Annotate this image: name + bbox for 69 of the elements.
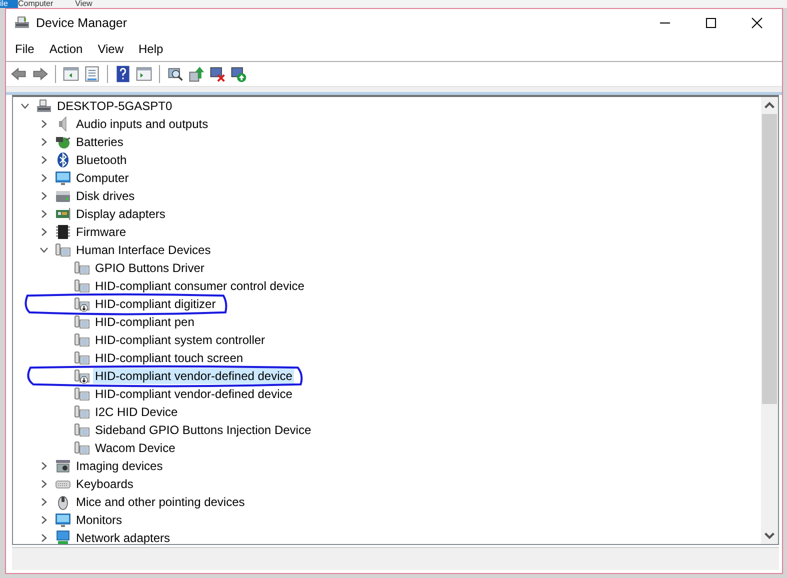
tree-item[interactable]: Mice and other pointing devices: [74, 494, 247, 510]
tree-item[interactable]: Audio inputs and outputs: [74, 116, 210, 132]
tree-item[interactable]: Wacom Device: [93, 440, 178, 456]
action-pane-icon[interactable]: [135, 65, 153, 83]
tree-item[interactable]: Batteries: [74, 134, 126, 150]
tree-item[interactable]: Firmware: [74, 224, 128, 240]
ribbon-tab[interactable]: View: [75, 0, 114, 8]
expand-chevron-icon[interactable]: [39, 461, 49, 471]
tree-item[interactable]: Human Interface Devices: [74, 242, 213, 258]
menu-item[interactable]: Action: [42, 42, 91, 56]
network-adapter-icon: [55, 530, 71, 544]
tree-item[interactable]: Monitors: [74, 512, 124, 528]
expand-chevron-icon[interactable]: [39, 137, 49, 147]
menu-item[interactable]: Help: [132, 42, 172, 56]
expand-chevron-icon[interactable]: [39, 209, 49, 219]
disk-drive-icon: [55, 188, 71, 204]
hid-device-icon: [55, 242, 71, 258]
tree-item[interactable]: Display adapters: [74, 206, 168, 222]
expand-chevron-icon[interactable]: [39, 191, 49, 201]
enable-icon[interactable]: [229, 65, 247, 83]
chip-icon: [55, 224, 71, 240]
window-title: Device Manager: [36, 16, 128, 30]
tree-item[interactable]: HID-compliant touch screen: [93, 350, 246, 366]
tree-item[interactable]: Keyboards: [74, 476, 136, 492]
monitor-icon: [55, 170, 71, 186]
collapse-chevron-icon[interactable]: [20, 101, 30, 111]
computer-tower-icon: [36, 98, 52, 114]
back-arrow-icon[interactable]: [10, 65, 28, 83]
menu-item[interactable]: File: [8, 42, 42, 56]
forward-arrow-icon[interactable]: [31, 65, 49, 83]
ribbon-tab[interactable]: ile: [0, 0, 18, 8]
tree-item[interactable]: Imaging devices: [74, 458, 165, 474]
tree-item[interactable]: DESKTOP-5GASPT0: [55, 98, 174, 114]
tree-item[interactable]: Disk drives: [74, 188, 137, 204]
bluetooth-icon: [55, 152, 71, 168]
expand-chevron-icon[interactable]: [39, 119, 49, 129]
tree-item[interactable]: Computer: [74, 170, 131, 186]
expand-chevron-icon[interactable]: [39, 479, 49, 489]
mouse-icon: [55, 494, 71, 510]
printer-icon: [14, 15, 30, 31]
properties-icon[interactable]: [83, 65, 101, 83]
console-tree-icon[interactable]: [62, 65, 80, 83]
monitor-icon: [55, 512, 71, 528]
uninstall-icon[interactable]: [208, 65, 226, 83]
scroll-thumb[interactable]: [762, 114, 777, 404]
vertical-scrollbar[interactable]: [761, 97, 778, 544]
tree-item[interactable]: HID-compliant vendor-defined device: [93, 386, 294, 402]
collapse-chevron-icon[interactable]: [39, 245, 49, 255]
expand-chevron-icon[interactable]: [39, 155, 49, 165]
display-card-icon: [55, 206, 71, 222]
tree-item[interactable]: Bluetooth: [74, 152, 129, 168]
update-driver-icon[interactable]: [187, 65, 205, 83]
help-icon[interactable]: [114, 65, 132, 83]
tree-item[interactable]: HID-compliant pen: [93, 314, 196, 330]
tree-item[interactable]: Sideband GPIO Buttons Injection Device: [93, 422, 314, 438]
expand-chevron-icon[interactable]: [39, 227, 49, 237]
expand-chevron-icon[interactable]: [39, 533, 49, 543]
camera-icon: [55, 458, 71, 474]
expand-chevron-icon[interactable]: [39, 173, 49, 183]
menu-item[interactable]: View: [90, 42, 132, 56]
ribbon-tab[interactable]: Computer: [18, 0, 76, 8]
tree-item[interactable]: HID-compliant consumer control device: [93, 278, 306, 294]
tree-item[interactable]: I2C HID Device: [93, 404, 180, 420]
battery-icon: [55, 134, 71, 150]
tree-item[interactable]: HID-compliant system controller: [93, 332, 268, 348]
expand-chevron-icon[interactable]: [39, 515, 49, 525]
expand-chevron-icon[interactable]: [39, 497, 49, 507]
scan-icon[interactable]: [166, 65, 184, 83]
tree-item[interactable]: GPIO Buttons Driver: [93, 260, 206, 276]
